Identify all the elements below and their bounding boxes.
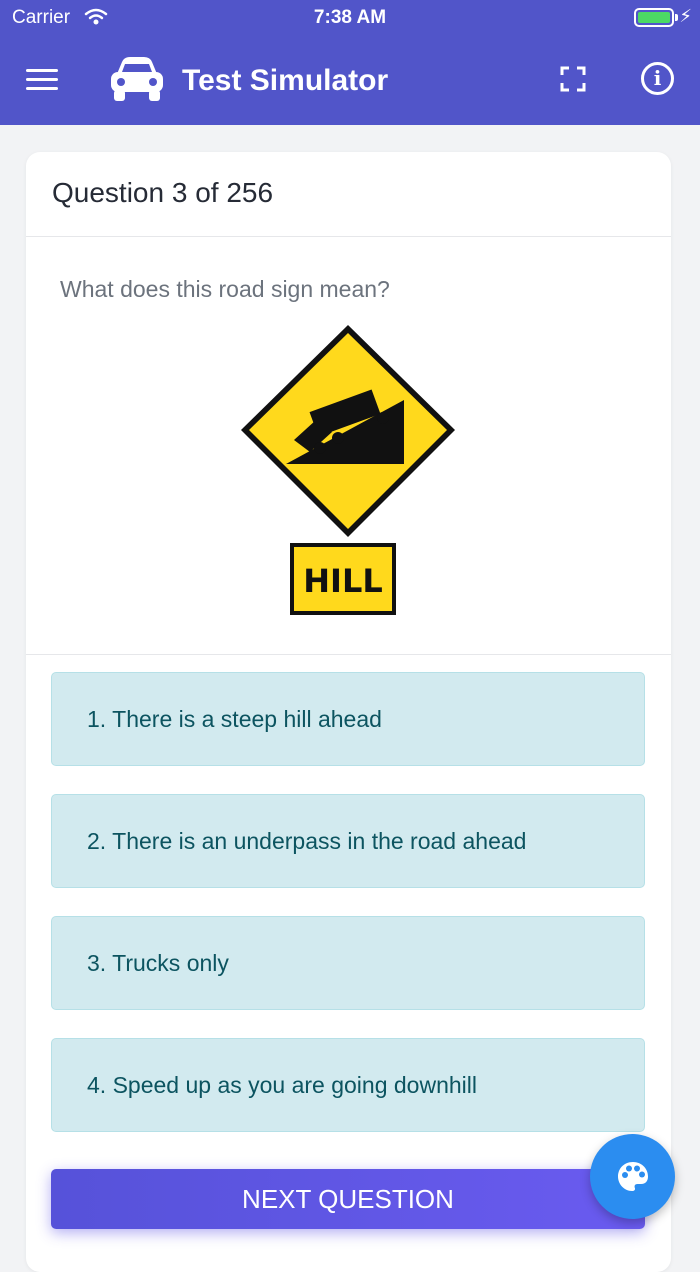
steep-hill-sign-image: HILL: [241, 325, 455, 615]
next-question-button[interactable]: NEXT QUESTION: [51, 1169, 645, 1229]
clock: 7:38 AM: [313, 7, 387, 28]
question-card: Question 3 of 256 What does this road si…: [26, 152, 671, 1272]
answer-option-1[interactable]: 1. There is a steep hill ahead: [51, 672, 645, 766]
theme-fab-button[interactable]: [590, 1134, 675, 1219]
battery-icon: [634, 8, 674, 27]
battery-tip: [675, 14, 678, 21]
app-header: Test Simulator i: [0, 36, 700, 125]
sign-hill-text: HILL: [303, 562, 382, 600]
menu-icon[interactable]: [26, 69, 58, 91]
palette-icon: [618, 1162, 648, 1191]
status-bar: Carrier 7:38 AM ⚡: [0, 0, 700, 36]
car-icon: [108, 54, 166, 109]
answer-option-3[interactable]: 3. Trucks only: [51, 916, 645, 1010]
question-prompt: What does this road sign mean?: [60, 276, 390, 302]
info-icon[interactable]: i: [641, 62, 674, 95]
divider: [26, 654, 671, 655]
fullscreen-icon[interactable]: [560, 66, 586, 92]
charging-icon: ⚡: [679, 6, 692, 26]
answer-option-4[interactable]: 4. Speed up as you are going downhill: [51, 1038, 645, 1132]
question-counter: Question 3 of 256: [26, 152, 671, 237]
answer-option-2[interactable]: 2. There is an underpass in the road ahe…: [51, 794, 645, 888]
app-title: Test Simulator: [182, 64, 389, 97]
